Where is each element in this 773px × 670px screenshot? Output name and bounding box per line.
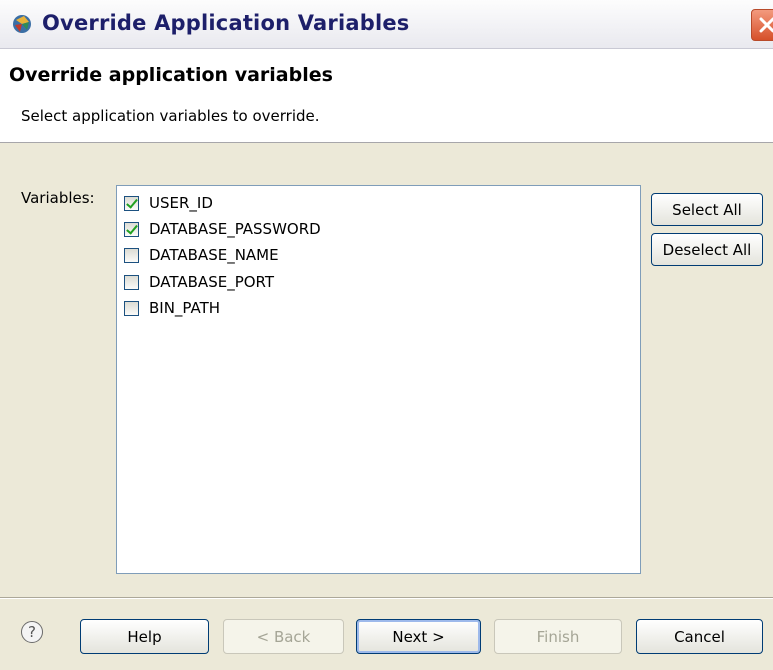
- checkbox[interactable]: [124, 300, 139, 316]
- help-button[interactable]: Help: [80, 619, 209, 654]
- checkbox[interactable]: [124, 274, 139, 290]
- list-item-label: DATABASE_PASSWORD: [149, 220, 321, 238]
- checkbox[interactable]: [124, 195, 139, 211]
- list-item[interactable]: DATABASE_PASSWORD: [124, 218, 321, 240]
- list-item[interactable]: BIN_PATH: [124, 297, 220, 319]
- list-item[interactable]: DATABASE_PORT: [124, 271, 274, 293]
- list-item[interactable]: USER_ID: [124, 192, 213, 214]
- variables-label: Variables:: [21, 189, 95, 207]
- title-bar[interactable]: Override Application Variables: [0, 0, 773, 49]
- close-button[interactable]: [751, 9, 773, 41]
- app-icon: [13, 15, 31, 33]
- finish-button[interactable]: Finish: [494, 619, 622, 654]
- window-title: Override Application Variables: [42, 11, 410, 35]
- list-item-label: DATABASE_PORT: [149, 273, 275, 291]
- variables-list[interactable]: USER_ID DATABASE_PASSWORD DATABASE_NAME …: [116, 185, 641, 574]
- list-item-label: BIN_PATH: [149, 299, 221, 317]
- list-item-label: USER_ID: [149, 194, 213, 212]
- list-item[interactable]: DATABASE_NAME: [124, 244, 279, 266]
- close-icon: [759, 17, 773, 33]
- deselect-all-button[interactable]: Deselect All: [651, 233, 763, 266]
- help-icon[interactable]: ?: [21, 621, 43, 643]
- next-button[interactable]: Next >: [356, 619, 481, 654]
- select-all-button[interactable]: Select All: [651, 193, 763, 226]
- back-button[interactable]: < Back: [223, 619, 344, 654]
- dialog-window: Override Application Variables Override …: [0, 0, 773, 670]
- cancel-button[interactable]: Cancel: [636, 619, 763, 654]
- page-description: Select application variables to override…: [21, 107, 320, 125]
- footer-divider-highlight: [0, 598, 773, 599]
- wizard-header: Override application variables Select ap…: [0, 49, 773, 143]
- checkbox[interactable]: [124, 221, 139, 237]
- checkbox[interactable]: [124, 247, 139, 263]
- list-item-label: DATABASE_NAME: [149, 246, 279, 264]
- page-title: Override application variables: [9, 64, 333, 86]
